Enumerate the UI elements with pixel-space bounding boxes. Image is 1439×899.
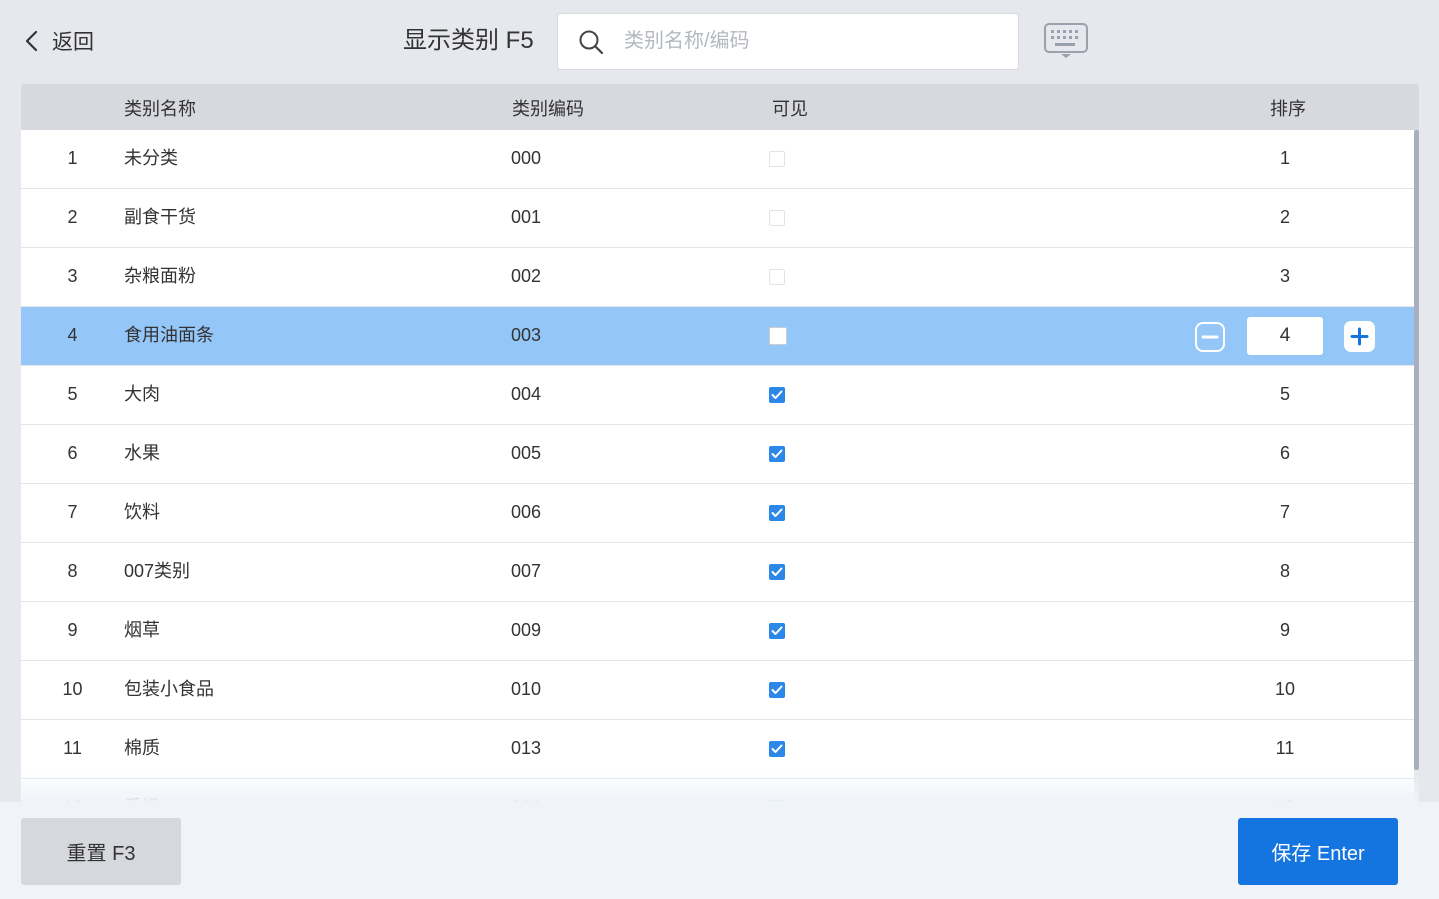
category-code: 003 xyxy=(511,325,542,345)
table-body: 1 未分类 000 1 2 副食干货 001 2 3 杂粮面粉 002 3 4 食用油面条 003 5 大肉 00… xyxy=(21,130,1414,802)
row-index: 9 xyxy=(67,620,78,640)
top-bar: 返回 显示类别 F5 xyxy=(0,0,1439,84)
category-code: 006 xyxy=(511,502,542,522)
category-name: 副食干货 xyxy=(124,207,196,227)
visible-checkbox[interactable] xyxy=(769,682,785,698)
visible-checkbox[interactable] xyxy=(769,623,785,639)
category-table: 类别名称 类别编码 可见 排序 1 未分类 000 1 2 副食干货 001 2 3 杂粮面粉 00… xyxy=(21,84,1419,802)
visible-checkbox[interactable] xyxy=(769,387,785,403)
category-name: 烟草 xyxy=(124,620,160,640)
category-code: 009 xyxy=(511,620,542,640)
column-header-visible: 可见 xyxy=(772,99,808,119)
reset-button[interactable]: 重置 F3 xyxy=(21,818,181,885)
category-code: 002 xyxy=(511,266,542,286)
category-code: 005 xyxy=(511,443,542,463)
row-index: 7 xyxy=(67,502,78,522)
visible-checkbox[interactable] xyxy=(769,505,785,521)
save-button[interactable]: 保存 Enter xyxy=(1238,818,1398,885)
search-box xyxy=(557,13,1019,70)
visible-checkbox[interactable] xyxy=(769,446,785,462)
category-name: 大肉 xyxy=(124,384,160,404)
category-code: 004 xyxy=(511,384,542,404)
back-button[interactable]: 返回 xyxy=(22,26,94,56)
row-index: 1 xyxy=(67,148,78,168)
plus-icon[interactable] xyxy=(1344,321,1375,352)
category-code: 010 xyxy=(511,679,542,699)
page-title: 显示类别 F5 xyxy=(403,27,534,54)
sort-stepper xyxy=(1195,317,1375,355)
sort-value: 11 xyxy=(1275,738,1295,758)
visible-checkbox[interactable] xyxy=(769,269,785,285)
row-index: 8 xyxy=(67,561,78,581)
footer-bar: 重置 F3 保存 Enter xyxy=(0,802,1439,899)
sort-value: 1 xyxy=(1279,148,1290,168)
back-label: 返回 xyxy=(52,31,94,54)
search-icon xyxy=(579,30,604,54)
category-code: 013 xyxy=(511,738,542,758)
sort-input[interactable] xyxy=(1247,317,1323,355)
table-row[interactable]: 5 大肉 004 5 xyxy=(21,366,1414,425)
check-icon xyxy=(771,449,783,458)
row-index: 6 xyxy=(67,443,78,463)
sort-value: 7 xyxy=(1279,502,1290,522)
category-name: 饮料 xyxy=(124,502,160,522)
row-index: 5 xyxy=(67,384,78,404)
table-row[interactable]: 1 未分类 000 1 xyxy=(21,130,1414,189)
table-row[interactable]: 11 棉质 013 11 xyxy=(21,720,1414,779)
row-index: 3 xyxy=(67,266,78,286)
table-row[interactable]: 2 副食干货 001 2 xyxy=(21,189,1414,248)
sort-value: 9 xyxy=(1279,620,1290,640)
search-input[interactable] xyxy=(622,29,1006,54)
category-name: 棉质 xyxy=(124,738,160,758)
table-header: 类别名称 类别编码 可见 排序 xyxy=(21,84,1419,130)
table-row[interactable]: 10 包装小食品 010 10 xyxy=(21,661,1414,720)
row-index: 10 xyxy=(62,679,83,699)
table-row[interactable]: 7 饮料 006 7 xyxy=(21,484,1414,543)
category-name: 未分类 xyxy=(124,148,178,168)
minus-icon[interactable] xyxy=(1195,322,1225,352)
scrollbar[interactable] xyxy=(1414,130,1419,770)
category-name: 食用油面条 xyxy=(124,325,214,345)
check-icon xyxy=(771,390,783,399)
visible-checkbox[interactable] xyxy=(769,210,785,226)
table-row[interactable]: 3 杂粮面粉 002 3 xyxy=(21,248,1414,307)
column-header-sort: 排序 xyxy=(1270,99,1306,119)
sort-value: 8 xyxy=(1279,561,1290,581)
chevron-left-icon xyxy=(25,30,38,52)
visible-checkbox[interactable] xyxy=(769,327,787,345)
table-row[interactable]: 8 007类别 007 8 xyxy=(21,543,1414,602)
sort-value: 2 xyxy=(1279,207,1290,227)
scroll-fade xyxy=(21,772,1419,802)
check-icon xyxy=(771,744,783,753)
column-header-name: 类别名称 xyxy=(124,99,196,119)
row-index: 11 xyxy=(63,738,82,758)
sort-value: 3 xyxy=(1279,266,1290,286)
table-row[interactable]: 6 水果 005 6 xyxy=(21,425,1414,484)
category-name: 包装小食品 xyxy=(124,679,214,699)
column-header-code: 类别编码 xyxy=(512,99,584,119)
sort-value: 6 xyxy=(1279,443,1290,463)
category-code: 000 xyxy=(511,148,542,168)
row-index: 4 xyxy=(67,325,78,345)
visible-checkbox[interactable] xyxy=(769,741,785,757)
visible-checkbox[interactable] xyxy=(769,151,785,167)
sort-value: 10 xyxy=(1274,679,1296,699)
sort-value: 5 xyxy=(1279,384,1290,404)
category-name: 水果 xyxy=(124,443,160,463)
table-row[interactable]: 9 烟草 009 9 xyxy=(21,602,1414,661)
row-index: 2 xyxy=(67,207,78,227)
visible-checkbox[interactable] xyxy=(769,564,785,580)
category-code: 001 xyxy=(511,207,542,227)
check-icon xyxy=(771,685,783,694)
category-name: 杂粮面粉 xyxy=(124,266,196,286)
category-code: 007 xyxy=(511,561,542,581)
keyboard-icon[interactable] xyxy=(1043,22,1089,60)
table-row[interactable]: 4 食用油面条 003 xyxy=(21,307,1414,366)
check-icon xyxy=(771,567,783,576)
check-icon xyxy=(771,626,783,635)
category-name: 007类别 xyxy=(124,561,191,581)
check-icon xyxy=(771,508,783,517)
